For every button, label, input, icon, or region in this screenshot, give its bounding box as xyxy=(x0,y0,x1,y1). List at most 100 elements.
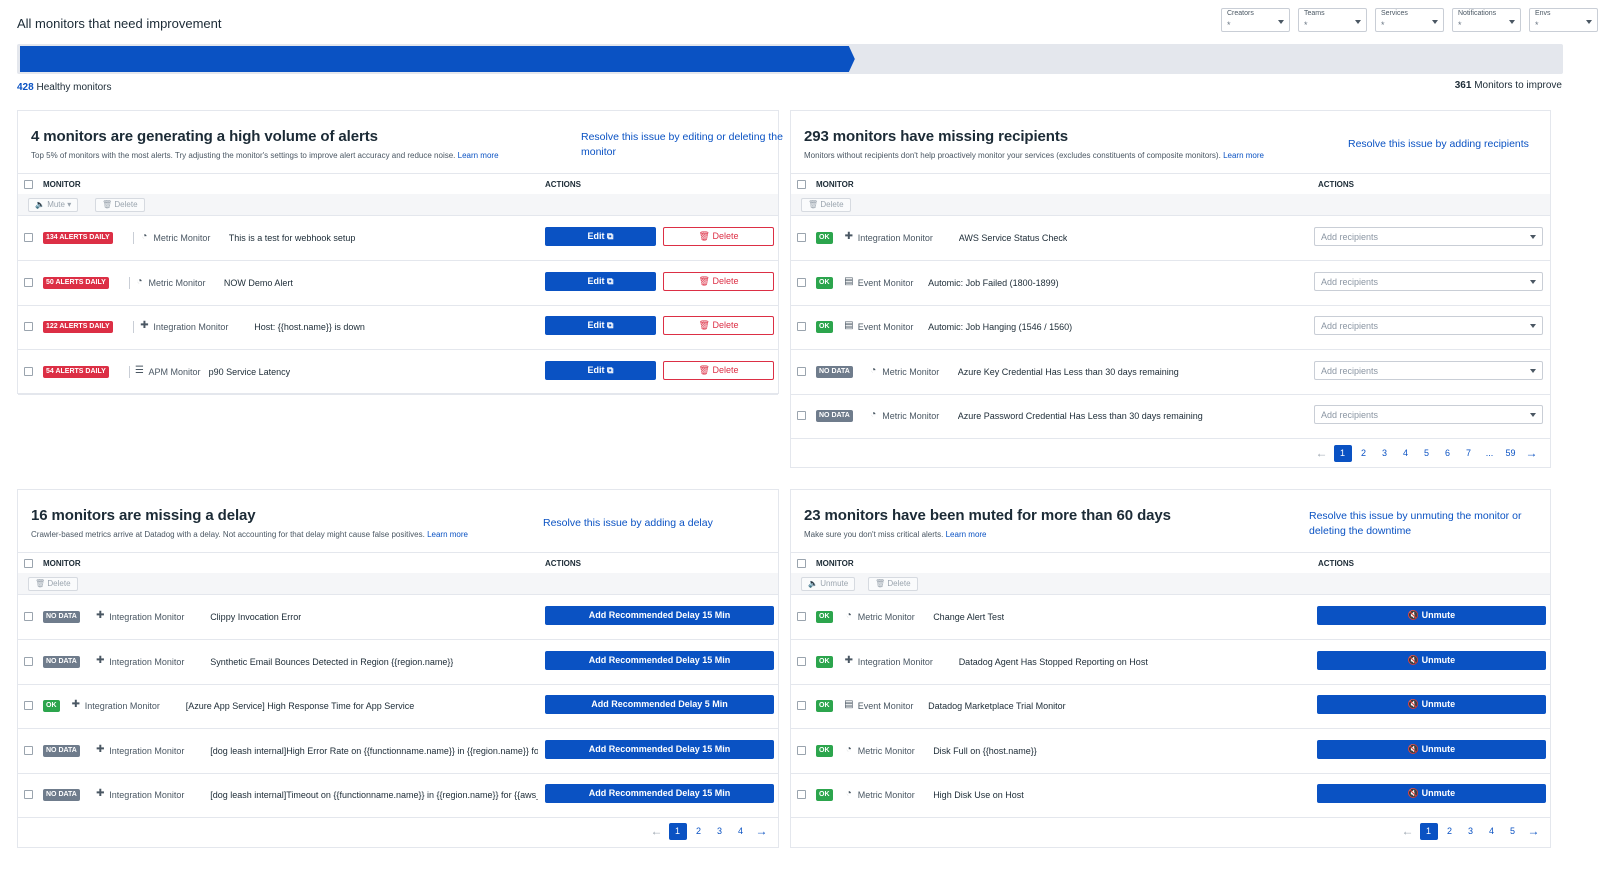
next-page-arrow-icon[interactable]: → xyxy=(1523,823,1544,840)
edit-button[interactable]: Edit ⧉ xyxy=(545,360,656,380)
monitor-name-link[interactable]: Automic: Job Failed (1800-1899) xyxy=(928,278,1059,288)
monitor-name-link[interactable]: This is a test for webhook setup xyxy=(229,233,356,243)
next-page-arrow-icon[interactable]: → xyxy=(1521,445,1542,462)
monitor-name-link[interactable]: Automic: Job Hanging (1546 / 1560) xyxy=(928,322,1072,332)
page-button[interactable]: 6 xyxy=(1437,445,1458,462)
add-recipients-select[interactable]: Add recipients xyxy=(1314,360,1543,380)
filter-teams[interactable]: Teams * xyxy=(1298,8,1367,32)
page-button[interactable]: 59 xyxy=(1500,445,1521,462)
delete-button[interactable]: 🗑 Delete xyxy=(663,271,774,291)
prev-page-arrow-icon[interactable]: ← xyxy=(1311,445,1332,462)
monitor-name-link[interactable]: Datadog Marketplace Trial Monitor xyxy=(928,701,1066,711)
unmute-button[interactable]: 🔇 Unmute xyxy=(1317,739,1546,759)
page-button[interactable]: 4 xyxy=(1481,823,1502,840)
bulk-delete-button[interactable]: 🗑 Delete xyxy=(868,577,918,591)
row-checkbox[interactable] xyxy=(24,233,33,242)
add-delay-button[interactable]: Add Recommended Delay 15 Min xyxy=(545,650,774,670)
resolve-link[interactable]: Resolve this issue by adding recipients xyxy=(1348,137,1548,152)
resolve-link[interactable]: Resolve this issue by unmuting the monit… xyxy=(1309,509,1539,539)
learn-more-link[interactable]: Learn more xyxy=(458,151,499,160)
page-button[interactable]: 3 xyxy=(1460,823,1481,840)
page-button[interactable]: 7 xyxy=(1458,445,1479,462)
resolve-link[interactable]: Resolve this issue by editing or deletin… xyxy=(581,130,786,160)
resolve-link[interactable]: Resolve this issue by adding a delay xyxy=(543,516,773,531)
row-checkbox[interactable] xyxy=(24,701,33,711)
page-button[interactable]: 3 xyxy=(709,823,730,840)
select-all-checkbox[interactable] xyxy=(797,180,806,189)
monitor-name-link[interactable]: Azure Password Credential Has Less than … xyxy=(958,411,1203,421)
row-checkbox[interactable] xyxy=(797,701,806,711)
page-button[interactable]: 4 xyxy=(730,823,751,840)
monitor-name-link[interactable]: High Disk Use on Host xyxy=(933,790,1024,800)
row-checkbox[interactable] xyxy=(797,656,806,666)
unmute-button[interactable]: 🔇 Unmute xyxy=(1317,784,1546,804)
add-delay-button[interactable]: Add Recommended Delay 15 Min xyxy=(545,739,774,759)
add-recipients-select[interactable]: Add recipients xyxy=(1314,316,1543,336)
monitor-name-link[interactable]: NOW Demo Alert xyxy=(224,278,293,288)
edit-button[interactable]: Edit ⧉ xyxy=(545,227,656,246)
monitor-name-link[interactable]: AWS Service Status Check xyxy=(959,233,1068,243)
unmute-button[interactable]: 🔇 Unmute xyxy=(1317,650,1546,670)
monitor-name-link[interactable]: Host: {{host.name}} is down xyxy=(254,322,365,332)
row-checkbox[interactable] xyxy=(797,612,806,621)
row-checkbox[interactable] xyxy=(797,745,806,755)
row-checkbox[interactable] xyxy=(24,612,33,621)
page-button[interactable]: 5 xyxy=(1416,445,1437,462)
add-delay-button[interactable]: Add Recommended Delay 5 Min xyxy=(545,695,774,715)
delete-button[interactable]: 🗑 Delete xyxy=(663,227,774,246)
prev-page-arrow-icon[interactable]: ← xyxy=(1397,823,1418,840)
bulk-delete-button[interactable]: 🗑 Delete xyxy=(95,198,145,212)
select-all-checkbox[interactable] xyxy=(24,559,33,568)
filter-services[interactable]: Services * xyxy=(1375,8,1444,32)
bulk-delete-button[interactable]: 🗑 Delete xyxy=(28,577,78,591)
page-button[interactable]: 2 xyxy=(688,823,709,840)
monitor-name-link[interactable]: Azure Key Credential Has Less than 30 da… xyxy=(958,367,1179,377)
monitor-name-link[interactable]: Synthetic Email Bounces Detected in Regi… xyxy=(210,657,453,667)
bulk-delete-button[interactable]: 🗑 Delete xyxy=(801,198,851,212)
page-button[interactable]: 4 xyxy=(1395,445,1416,462)
page-button[interactable]: ... xyxy=(1479,445,1500,462)
learn-more-link[interactable]: Learn more xyxy=(1223,151,1264,160)
monitor-name-link[interactable]: Change Alert Test xyxy=(933,612,1004,622)
page-button[interactable]: 2 xyxy=(1439,823,1460,840)
row-checkbox[interactable] xyxy=(24,656,33,666)
row-checkbox[interactable] xyxy=(797,366,806,376)
delete-button[interactable]: 🗑 Delete xyxy=(663,360,774,380)
filter-creators[interactable]: Creators * xyxy=(1221,8,1290,32)
row-checkbox[interactable] xyxy=(797,322,806,332)
learn-more-link[interactable]: Learn more xyxy=(946,530,987,539)
add-delay-button[interactable]: Add Recommended Delay 15 Min xyxy=(545,606,774,625)
page-button[interactable]: 1 xyxy=(1419,823,1438,840)
select-all-checkbox[interactable] xyxy=(24,180,33,189)
bulk-unmute-button[interactable]: 🔈 Unmute xyxy=(801,577,856,591)
add-recipients-select[interactable]: Add recipients xyxy=(1314,405,1543,425)
row-checkbox[interactable] xyxy=(797,277,806,287)
unmute-button[interactable]: 🔇 Unmute xyxy=(1317,606,1546,625)
row-checkbox[interactable] xyxy=(24,790,33,800)
page-button[interactable]: 2 xyxy=(1353,445,1374,462)
page-button[interactable]: 3 xyxy=(1374,445,1395,462)
row-checkbox[interactable] xyxy=(24,745,33,755)
select-all-checkbox[interactable] xyxy=(797,559,806,568)
row-checkbox[interactable] xyxy=(797,233,806,242)
row-checkbox[interactable] xyxy=(24,277,33,287)
add-delay-button[interactable]: Add Recommended Delay 15 Min xyxy=(545,784,774,804)
prev-page-arrow-icon[interactable]: ← xyxy=(646,823,667,840)
filter-notifications[interactable]: Notifications * xyxy=(1452,8,1521,32)
add-recipients-select[interactable]: Add recipients xyxy=(1314,271,1543,291)
monitor-name-link[interactable]: Disk Full on {{host.name}} xyxy=(933,746,1037,756)
delete-button[interactable]: 🗑 Delete xyxy=(663,316,774,336)
row-checkbox[interactable] xyxy=(797,790,806,800)
monitor-name-link[interactable]: [Azure App Service] High Response Time f… xyxy=(186,701,415,711)
filter-envs[interactable]: Envs * xyxy=(1529,8,1598,32)
monitor-name-link[interactable]: [dog leash internal]High Error Rate on {… xyxy=(210,746,538,756)
edit-button[interactable]: Edit ⧉ xyxy=(545,316,656,336)
row-checkbox[interactable] xyxy=(797,411,806,421)
monitor-name-link[interactable]: Datadog Agent Has Stopped Reporting on H… xyxy=(959,657,1148,667)
row-checkbox[interactable] xyxy=(24,322,33,332)
monitor-name-link[interactable]: Clippy Invocation Error xyxy=(210,612,301,622)
unmute-button[interactable]: 🔇 Unmute xyxy=(1317,695,1546,715)
monitor-name-link[interactable]: [dog leash internal]Timeout on {{functio… xyxy=(210,790,538,800)
page-button[interactable]: 1 xyxy=(1333,445,1352,462)
page-button[interactable]: 5 xyxy=(1502,823,1523,840)
